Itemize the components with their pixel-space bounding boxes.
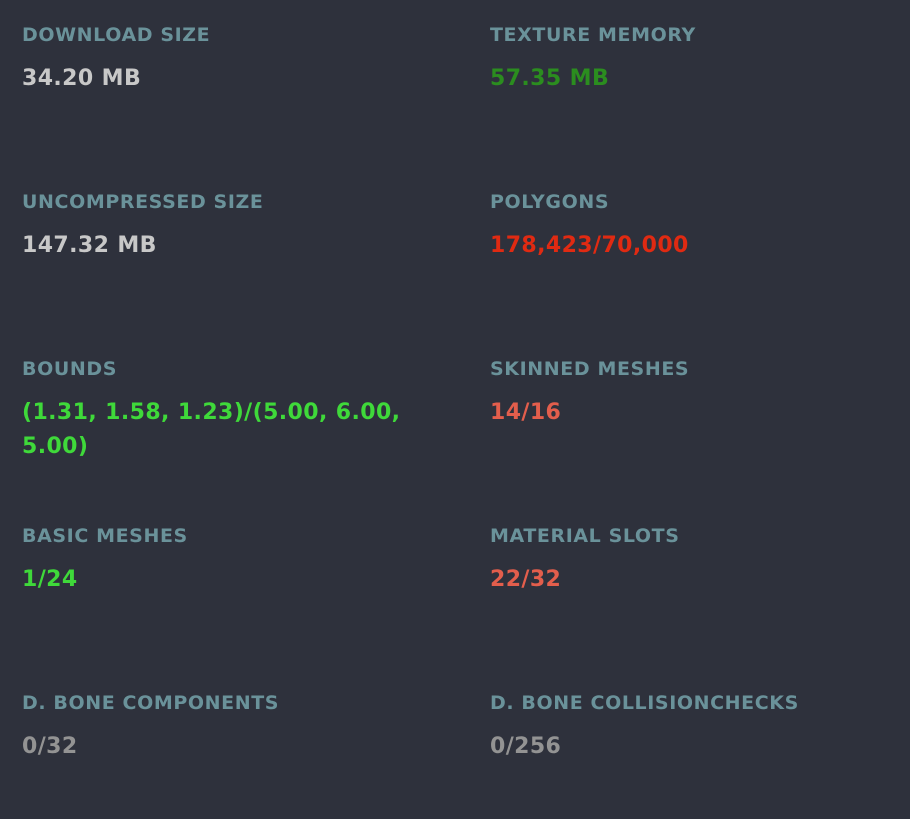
stat-texture-memory: TEXTURE MEMORY 57.35 MB	[490, 24, 890, 96]
stat-label: TEXTURE MEMORY	[490, 24, 696, 46]
stat-label: D. BONE COLLISIONCHECKS	[490, 692, 799, 714]
stat-polygons: POLYGONS 178,423/70,000	[490, 191, 890, 263]
performance-stats-panel: DOWNLOAD SIZE 34.20 MB TEXTURE MEMORY 57…	[0, 0, 910, 819]
stat-value: 178,423/70,000	[490, 233, 689, 258]
stat-label: DOWNLOAD SIZE	[22, 24, 211, 46]
stat-dynamic-bone-collision-checks: D. BONE COLLISIONCHECKS 0/256	[490, 692, 890, 764]
stat-value: 147.32 MB	[22, 233, 157, 258]
stat-basic-meshes: BASIC MESHES 1/24	[22, 525, 422, 597]
stat-label: POLYGONS	[490, 191, 610, 213]
stat-value: 14/16	[490, 400, 562, 425]
stat-value: 57.35 MB	[490, 66, 610, 91]
stat-label: BASIC MESHES	[22, 525, 188, 547]
stat-value: 22/32	[490, 567, 562, 592]
stat-label: UNCOMPRESSED SIZE	[22, 191, 264, 213]
stat-label: D. BONE COMPONENTS	[22, 692, 280, 714]
stat-bounds: BOUNDS (1.31, 1.58, 1.23)/(5.00, 6.00, 5…	[22, 358, 422, 464]
stat-label: SKINNED MESHES	[490, 358, 690, 380]
stat-skinned-meshes: SKINNED MESHES 14/16	[490, 358, 890, 430]
stat-value: (1.31, 1.58, 1.23)/(5.00, 6.00, 5.00)	[22, 400, 401, 459]
stat-value: 0/32	[22, 734, 78, 759]
stat-download-size: DOWNLOAD SIZE 34.20 MB	[22, 24, 422, 96]
stat-uncompressed-size: UNCOMPRESSED SIZE 147.32 MB	[22, 191, 422, 263]
stat-value: 0/256	[490, 734, 562, 759]
stat-dynamic-bone-components: D. BONE COMPONENTS 0/32	[22, 692, 422, 764]
stat-value: 1/24	[22, 567, 78, 592]
stat-label: MATERIAL SLOTS	[490, 525, 680, 547]
stat-label: BOUNDS	[22, 358, 118, 380]
stat-material-slots: MATERIAL SLOTS 22/32	[490, 525, 890, 597]
stat-value: 34.20 MB	[22, 66, 142, 91]
